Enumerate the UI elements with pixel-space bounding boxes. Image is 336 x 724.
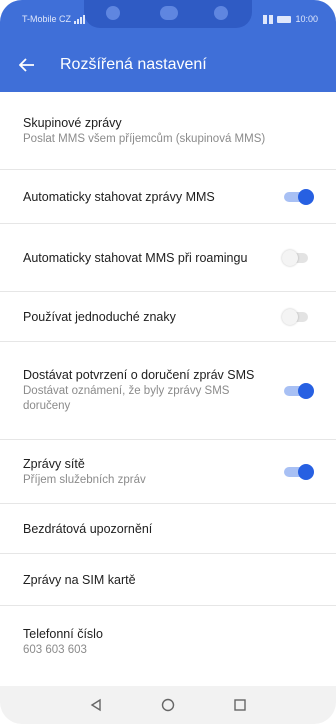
status-bar: T-Mobile CZ 10:00 <box>0 0 336 38</box>
setting-title: Bezdrátová upozornění <box>23 521 153 536</box>
setting-title: Dostávat potvrzení o doručení zpráv SMS <box>23 368 255 382</box>
setting-title: Zprávy sítě <box>23 456 85 471</box>
status-bar-background: T-Mobile CZ 10:00 <box>0 0 336 38</box>
nav-home-button[interactable] <box>154 691 182 719</box>
setting-title: Telefonní číslo <box>23 627 103 641</box>
setting-title: Zprávy na SIM kartě <box>23 572 136 587</box>
circle-home-icon <box>161 698 175 712</box>
vibrate-icon <box>263 14 274 24</box>
back-button[interactable] <box>0 38 54 92</box>
setting-title: Automaticky stahovat zprávy MMS <box>23 189 215 204</box>
setting-simple-characters[interactable]: Používat jednoduché znaky <box>0 292 336 342</box>
sms-delivery-toggle[interactable] <box>280 382 314 400</box>
navigation-bar <box>0 686 336 724</box>
signal-icon <box>74 14 86 24</box>
roaming-mms-toggle[interactable] <box>280 249 314 267</box>
setting-sim-messages[interactable]: Zprávy na SIM kartě <box>0 554 336 606</box>
nav-recents-button[interactable] <box>226 691 254 719</box>
settings-list: Skupinové zprávy Poslat MMS všem příjemc… <box>0 92 336 678</box>
square-recents-icon <box>234 699 246 711</box>
nav-back-button[interactable] <box>82 691 110 719</box>
clock: 10:00 <box>295 14 318 24</box>
setting-sms-delivery-reports[interactable]: Dostávat potvrzení o doručení zpráv SMS … <box>0 342 336 440</box>
phone-number-value: 603 603 603 <box>23 644 87 656</box>
battery-icon <box>277 15 292 23</box>
cell-broadcast-toggle[interactable] <box>280 463 314 481</box>
setting-subtitle: Poslat MMS všem příjemcům (skupinová MMS… <box>23 132 266 145</box>
setting-title: Automaticky stahovat MMS při roamingu <box>23 250 248 265</box>
setting-group-messages[interactable]: Skupinové zprávy Poslat MMS všem příjemc… <box>0 92 336 170</box>
setting-subtitle: Dostávat oznámení, že byly zprávy SMS do… <box>23 385 230 412</box>
setting-title: Skupinové zprávy <box>23 115 122 130</box>
auto-download-mms-toggle[interactable] <box>280 188 314 206</box>
arrow-left-icon <box>19 58 34 72</box>
setting-cell-broadcast[interactable]: Zprávy sítě Příjem služebních zpráv <box>0 440 336 504</box>
carrier-label: T-Mobile CZ <box>22 14 72 24</box>
setting-wireless-alerts[interactable]: Bezdrátová upozornění <box>0 504 336 554</box>
setting-auto-download-mms[interactable]: Automaticky stahovat zprávy MMS <box>0 170 336 224</box>
setting-phone-number[interactable]: Telefonní číslo 603 603 603 <box>0 606 336 678</box>
setting-subtitle: Příjem služebních zpráv <box>23 473 146 486</box>
setting-title: Používat jednoduché znaky <box>23 309 176 324</box>
app-bar: Rozšířená nastavení <box>0 38 336 92</box>
setting-auto-download-mms-roaming[interactable]: Automaticky stahovat MMS při roamingu <box>0 224 336 292</box>
triangle-back-icon <box>90 698 101 712</box>
page-title: Rozšířená nastavení <box>60 56 207 73</box>
simple-characters-toggle[interactable] <box>280 308 314 326</box>
